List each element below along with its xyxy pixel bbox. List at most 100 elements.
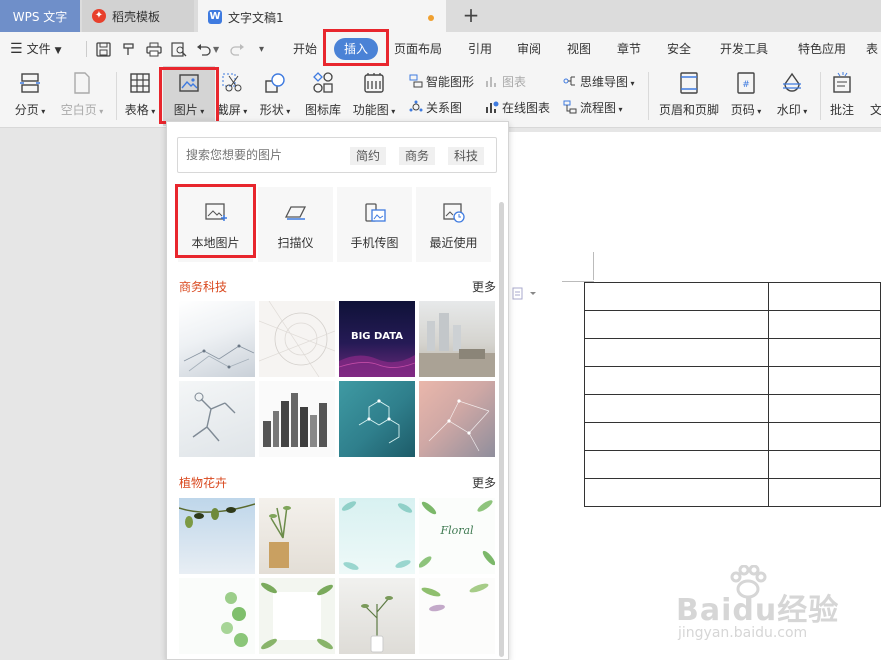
menu-view[interactable]: 视图 <box>561 32 597 66</box>
mind-map-button[interactable]: 思维导图 ▾ <box>563 71 635 93</box>
phone-transfer-button[interactable]: 手机传图 <box>337 187 412 262</box>
file-menu-button[interactable]: ☰ 文件 ▼ <box>10 32 80 66</box>
table-cell[interactable] <box>768 282 881 311</box>
text-box-label: 文 <box>870 103 881 117</box>
table-cell[interactable] <box>768 310 881 339</box>
menu-special-apps[interactable]: 特色应用 <box>791 32 853 66</box>
menu-page-layout[interactable]: 页面布局 <box>390 32 446 66</box>
recent-used-button[interactable]: 最近使用 <box>416 187 491 262</box>
thumbnail-image[interactable] <box>259 381 335 457</box>
divider <box>648 72 649 120</box>
menu-home[interactable]: 开始 <box>286 32 324 66</box>
undo-dropdown-icon[interactable]: ▼ <box>213 45 219 54</box>
search-tag-tech[interactable]: 科技 <box>448 147 485 165</box>
more-plants-flowers-link[interactable]: 更多 <box>472 474 496 491</box>
undo-icon[interactable] <box>196 42 212 57</box>
header-footer-button[interactable]: 页眉和页脚 <box>656 66 722 126</box>
menu-security[interactable]: 安全 <box>661 32 697 66</box>
search-tag-business[interactable]: 商务 <box>399 147 436 165</box>
table-row <box>584 394 881 423</box>
document-table[interactable] <box>584 282 881 507</box>
quick-access-more-icon[interactable]: ▾ <box>259 44 264 55</box>
watermark-url: jingyan.baidu.com <box>678 625 808 641</box>
table-cell[interactable] <box>584 282 769 311</box>
paste-options-icon[interactable] <box>512 287 538 301</box>
tab-daoke[interactable]: ✦ 稻壳模板 <box>82 0 194 32</box>
online-chart-button[interactable]: 在线图表 <box>485 97 550 119</box>
thumbnail-image[interactable] <box>179 498 255 574</box>
icon-library-button[interactable]: 图标库 <box>300 66 346 126</box>
relation-chart-button[interactable]: 关系图 <box>409 97 462 119</box>
thumbnail-image[interactable] <box>179 578 255 654</box>
table-cell[interactable] <box>768 422 881 451</box>
tab-wps-label: WPS 文字 <box>12 9 68 24</box>
molecule-graphic <box>358 399 400 444</box>
search-tag-simple[interactable]: 简约 <box>350 147 387 165</box>
table-cell[interactable] <box>584 422 769 451</box>
text-box-button[interactable]: 文 <box>870 66 881 126</box>
page-number-icon: # <box>737 72 755 94</box>
thumbnail-image[interactable] <box>339 381 415 457</box>
more-business-tech-link[interactable]: 更多 <box>472 278 496 295</box>
table-cell[interactable] <box>584 366 769 395</box>
flowchart-button[interactable]: 流程图 ▾ <box>563 97 623 119</box>
table-cell[interactable] <box>584 450 769 479</box>
new-tab-button[interactable]: + <box>460 4 482 28</box>
mind-map-icon <box>563 76 575 86</box>
shapes-button[interactable]: 形状 ▾ <box>254 66 296 126</box>
save-icon[interactable] <box>96 42 111 57</box>
menu-table-tools[interactable]: 表 <box>866 32 881 66</box>
thumbnail-image[interactable] <box>419 381 495 457</box>
print-icon[interactable] <box>146 42 162 57</box>
thumbnail-image[interactable] <box>339 578 415 654</box>
menu-review[interactable]: 审阅 <box>511 32 547 66</box>
picture-search-input[interactable] <box>186 138 346 172</box>
table-button[interactable]: 表格 ▾ <box>120 66 160 126</box>
table-cell[interactable] <box>768 450 881 479</box>
table-cell[interactable] <box>768 394 881 423</box>
print-preview-icon[interactable] <box>171 42 187 57</box>
function-chart-button[interactable]: 功能图 ▾ <box>350 66 398 126</box>
recent-icon <box>443 203 465 223</box>
screenshot-button[interactable]: 截屏 ▾ <box>214 66 250 126</box>
menu-references[interactable]: 引用 <box>462 32 498 66</box>
table-row <box>584 366 881 395</box>
section-title-business-tech: 商务科技 <box>179 280 228 294</box>
chart-button[interactable]: 图表 <box>485 71 526 93</box>
table-cell[interactable] <box>584 338 769 367</box>
scanner-button[interactable]: 扫描仪 <box>258 187 333 262</box>
thumbnail-image[interactable] <box>259 301 335 377</box>
table-cell[interactable] <box>768 338 881 367</box>
thumbnail-image[interactable] <box>259 578 335 654</box>
thumbnail-image[interactable] <box>179 301 255 377</box>
format-painter-icon[interactable] <box>121 42 136 57</box>
menu-chapter[interactable]: 章节 <box>611 32 647 66</box>
thumbnail-image[interactable] <box>259 498 335 574</box>
tab-daoke-label: 稻壳模板 <box>112 9 161 24</box>
tab-wps[interactable]: WPS 文字 <box>0 0 80 32</box>
table-cell[interactable] <box>584 478 769 507</box>
thumbnail-image[interactable] <box>339 498 415 574</box>
thumbnail-image[interactable]: BIG DATA <box>339 301 415 377</box>
smart-art-button[interactable]: 智能图形 <box>409 71 474 93</box>
page-number-button[interactable]: # 页码 ▾ <box>726 66 766 126</box>
thumbnail-image[interactable] <box>419 578 495 654</box>
blank-page-button[interactable]: 空白页 ▾ <box>54 66 110 126</box>
flowchart-label: 流程图 <box>580 101 617 115</box>
panel-scrollbar[interactable] <box>499 202 504 657</box>
menu-developer-tools[interactable]: 开发工具 <box>713 32 775 66</box>
comment-icon <box>833 72 851 93</box>
thumbnail-image[interactable] <box>419 301 495 377</box>
table-cell[interactable] <box>584 394 769 423</box>
page-break-button[interactable]: 分页 ▾ <box>8 66 52 126</box>
redo-icon[interactable] <box>229 42 245 57</box>
thumbnail-image[interactable]: Floral <box>419 498 495 574</box>
watermark-button[interactable]: 水印 ▾ <box>770 66 814 126</box>
tab-document[interactable]: W 文字文稿1 <box>198 0 446 32</box>
comment-button[interactable]: 批注 <box>824 66 860 126</box>
table-cell[interactable] <box>768 478 881 507</box>
table-cell[interactable] <box>768 366 881 395</box>
header-footer-label: 页眉和页脚 <box>658 103 719 117</box>
table-cell[interactable] <box>584 310 769 339</box>
thumbnail-image[interactable] <box>179 381 255 457</box>
